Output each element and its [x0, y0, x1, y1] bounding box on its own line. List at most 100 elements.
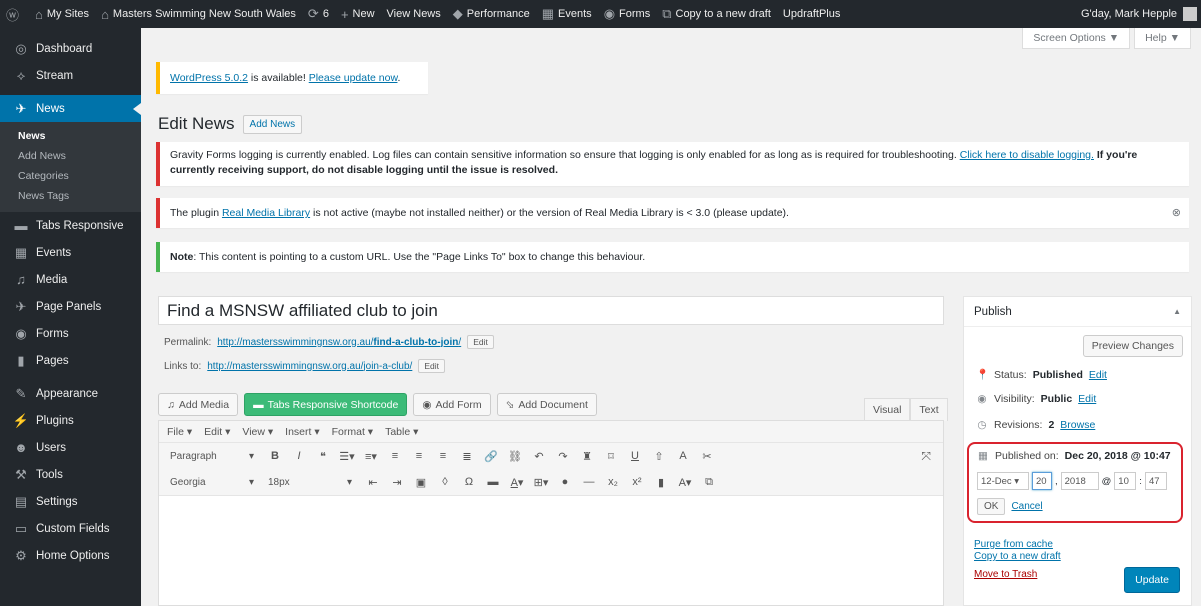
editor-content-area[interactable] [159, 495, 943, 605]
sidebar-item-page-panels[interactable]: ✈ Page Panels [0, 293, 141, 320]
numbered-list-icon[interactable]: ≡▾ [362, 450, 380, 463]
paste-icon[interactable]: ▣ [412, 476, 430, 489]
help-icon[interactable]: ● [556, 476, 574, 488]
remove-format-icon[interactable]: ✂ [698, 450, 716, 463]
sidebar-item-dashboard[interactable]: ◎ Dashboard [0, 35, 141, 62]
collapse-icon[interactable]: ▲ [1173, 307, 1181, 316]
edit-visibility-link[interactable]: Edit [1078, 393, 1096, 405]
align-left-icon[interactable]: ≡ [386, 450, 404, 462]
post-title-input[interactable]: Find a MSNSW affiliated club to join [158, 296, 944, 325]
bold-icon[interactable]: B [266, 450, 284, 462]
new-content-button[interactable]: + New [335, 0, 381, 28]
bullet-list-icon[interactable]: ☰▾ [338, 450, 356, 463]
subscript-icon[interactable]: x₂ [604, 476, 622, 488]
menu-table[interactable]: Table ▾ [385, 426, 418, 438]
preview-changes-button[interactable]: Preview Changes [1082, 335, 1183, 357]
menu-file[interactable]: File ▾ [167, 426, 192, 438]
bg-color-icon[interactable]: A▾ [676, 476, 694, 489]
submenu-news[interactable]: News [0, 126, 141, 146]
sidebar-item-users[interactable]: ☻ Users [0, 434, 141, 461]
block-icon[interactable]: ▮ [652, 476, 670, 489]
performance-button[interactable]: ◆ Performance [447, 0, 536, 28]
align-center-icon[interactable]: ≡ [410, 450, 428, 462]
hour-input[interactable]: 10 [1114, 472, 1137, 490]
menu-format[interactable]: Format ▾ [332, 426, 373, 438]
redo-icon[interactable]: ↷ [554, 450, 572, 463]
sidebar-item-plugins[interactable]: ⚡ Plugins [0, 407, 141, 434]
updates-button[interactable]: ⟳ 6 [302, 0, 335, 28]
add-media-button[interactable]: ♫ Add Media [158, 393, 239, 416]
publish-header[interactable]: Publish ▲ [964, 297, 1191, 327]
sidebar-item-tabs-responsive[interactable]: ▬ Tabs Responsive [0, 212, 141, 239]
edit-permalink-button[interactable]: Edit [467, 335, 494, 349]
copy-icon[interactable]: ⧉ [700, 476, 718, 489]
unlink-icon[interactable]: ⛓ [506, 450, 524, 463]
dismiss-icon[interactable]: ⊗ [1172, 206, 1181, 221]
menu-view[interactable]: View ▾ [242, 426, 273, 438]
sidebar-item-stream[interactable]: ⟡ Stream [0, 62, 141, 89]
justify-icon[interactable]: ≣ [458, 450, 476, 463]
update-button[interactable]: Update [1124, 567, 1180, 593]
update-now-link[interactable]: Please update now [309, 72, 398, 84]
blockquote-icon[interactable]: ❝ [314, 450, 332, 463]
sidebar-item-news[interactable]: ✈ News [0, 95, 141, 122]
site-name-button[interactable]: ⌂ Masters Swimming New South Wales [95, 0, 302, 28]
copy-draft-link[interactable]: Copy to a new draft [974, 551, 1061, 563]
submenu-add-news[interactable]: Add News [0, 146, 141, 166]
highlight-icon[interactable]: A [674, 450, 692, 462]
add-news-button[interactable]: Add News [242, 114, 303, 134]
events-button[interactable]: ▦ Events [536, 0, 598, 28]
forms-button[interactable]: ◉ Forms [598, 0, 657, 28]
hr-icon[interactable]: ▬ [484, 476, 502, 488]
disable-logging-link[interactable]: Click here to disable logging. [960, 149, 1094, 161]
view-news-link[interactable]: View News [381, 0, 447, 28]
sidebar-item-appearance[interactable]: ✎ Appearance [0, 380, 141, 407]
day-input[interactable]: 20 [1032, 472, 1052, 490]
text-color-icon[interactable]: A▾ [508, 476, 526, 489]
real-media-library-link[interactable]: Real Media Library [222, 207, 310, 219]
edit-links-to-button[interactable]: Edit [418, 359, 445, 373]
sidebar-item-pages[interactable]: ▮ Pages [0, 347, 141, 374]
account-menu[interactable]: G'day, Mark Hepple [1081, 7, 1201, 21]
sidebar-item-tools[interactable]: ⚒ Tools [0, 461, 141, 488]
minute-input[interactable]: 47 [1144, 472, 1167, 490]
updraftplus-button[interactable]: UpdraftPlus [777, 0, 846, 28]
find-icon[interactable]: ♜ [578, 450, 596, 463]
submenu-categories[interactable]: Categories [0, 166, 141, 186]
sidebar-item-settings[interactable]: ▤ Settings [0, 488, 141, 515]
sidebar-item-custom-fields[interactable]: ▭ Custom Fields [0, 515, 141, 542]
menu-insert[interactable]: Insert ▾ [285, 426, 319, 438]
menu-edit[interactable]: Edit ▾ [204, 426, 230, 438]
add-form-button[interactable]: ◉ Add Form [413, 393, 491, 416]
help-button[interactable]: Help ▼ [1134, 28, 1191, 49]
table-icon[interactable]: ⊞▾ [532, 476, 550, 489]
clear-icon[interactable]: ◊ [436, 476, 454, 488]
bookmark-icon[interactable]: ⌑ [602, 450, 620, 463]
italic-icon[interactable]: I [290, 450, 308, 462]
my-sites-button[interactable]: ⌂ My Sites [29, 0, 95, 28]
tab-visual[interactable]: Visual [864, 398, 911, 421]
outdent-icon[interactable]: ⇤ [364, 476, 382, 489]
cancel-link[interactable]: Cancel [1011, 501, 1042, 512]
wp-version-link[interactable]: WordPress 5.0.2 [170, 72, 248, 84]
month-select[interactable]: 12-Dec ▾ [977, 472, 1029, 490]
purge-cache-link[interactable]: Purge from cache [974, 539, 1061, 551]
ok-button[interactable]: OK [977, 498, 1006, 515]
submenu-news-tags[interactable]: News Tags [0, 186, 141, 206]
underline-icon[interactable]: U [626, 450, 644, 462]
add-document-button[interactable]: ⬂ Add Document [496, 393, 597, 416]
sidebar-item-home-options[interactable]: ⚙ Home Options [0, 542, 141, 569]
special-char-icon[interactable]: Ω [460, 476, 478, 488]
superscript-icon[interactable]: x² [628, 476, 646, 488]
screen-options-button[interactable]: Screen Options ▼ [1022, 28, 1131, 49]
move-to-trash-link[interactable]: Move to Trash [974, 569, 1061, 581]
copy-draft-button[interactable]: ⧉ Copy to a new draft [656, 0, 777, 28]
wordpress-logo-button[interactable]: ⓦ [0, 0, 29, 28]
link-icon[interactable]: 🔗 [482, 450, 500, 463]
sidebar-item-forms[interactable]: ◉ Forms [0, 320, 141, 347]
tab-text[interactable]: Text [910, 398, 948, 421]
links-to-link[interactable]: http://mastersswimmingnsw.org.au/join-a-… [207, 361, 412, 372]
horizontal-line-icon[interactable]: — [580, 476, 598, 488]
upload-icon[interactable]: ⇧ [650, 450, 668, 463]
paragraph-format-select[interactable]: Paragraph ▾ [165, 446, 259, 466]
